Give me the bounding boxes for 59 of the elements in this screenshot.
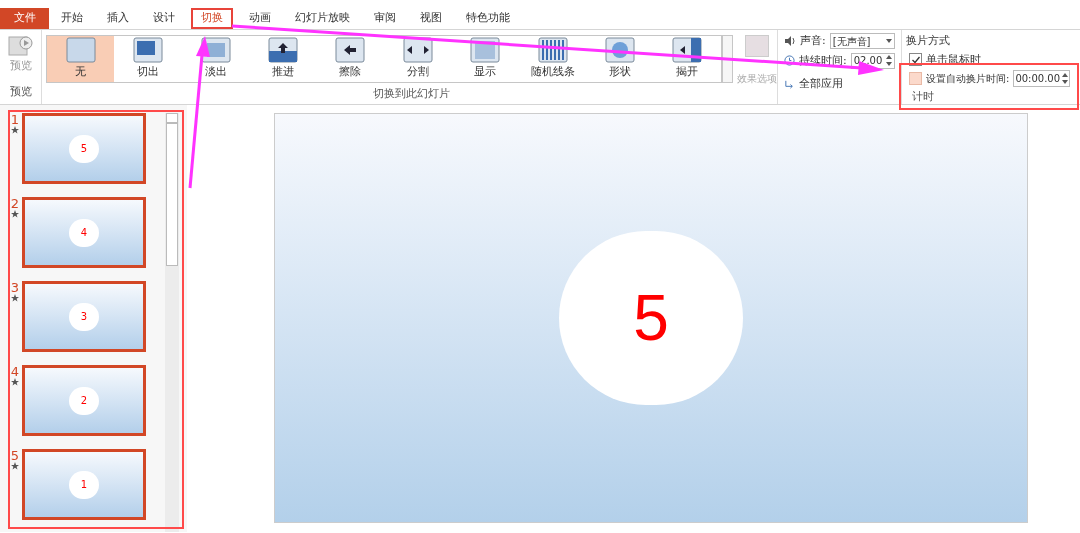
transition-option[interactable]: 切出 [114,36,182,82]
ribbon-tab[interactable]: 视图 [408,8,454,29]
transition-icon [65,37,96,64]
group-label: 预览 [9,83,32,100]
transition-icon [267,37,298,64]
ribbon-tab[interactable]: 插入 [95,8,141,29]
file-tab[interactable]: 文件 [0,8,49,29]
spinner-arrows-icon [1062,73,1069,84]
ribbon-tab[interactable]: 特色功能 [454,8,522,29]
slide-thumbnail[interactable]: 1 [22,449,146,520]
transition-option[interactable]: 推进 [249,36,317,82]
transition-option[interactable]: 揭开 [653,36,722,82]
transition-icon [335,37,366,64]
transition-option[interactable]: 显示 [451,36,519,82]
slide-thumbnail[interactable]: 5 [22,113,146,184]
apply-icon [784,78,795,90]
transition-option[interactable]: 擦除 [316,36,385,82]
transition-option[interactable]: 无 [47,36,115,82]
advance-heading: 换片方式 [906,33,951,49]
ribbon-tab[interactable]: 审阅 [362,8,408,29]
sound-dropdown[interactable]: [无声音] [829,33,895,50]
slide-number: 1 [10,113,20,126]
slide-number: 5 [10,449,20,462]
star-icon [11,294,19,302]
transition-option[interactable]: 随机线条 [518,36,587,82]
star-icon [11,126,19,134]
speaker-icon [784,35,796,48]
slide-thumbnail[interactable]: 4 [22,197,146,268]
slide-thumbnail[interactable]: 3 [22,281,146,352]
slide-number: 2 [10,197,20,210]
sound-label: 声音: [800,33,826,49]
ribbon-tab[interactable]: 幻灯片放映 [283,8,362,29]
star-icon [11,462,19,470]
scrollbar[interactable] [165,113,179,532]
checkbox[interactable] [909,72,922,85]
star-icon [11,210,19,218]
ribbon-tab[interactable]: 开始 [49,8,95,29]
transition-icon [402,37,433,64]
ribbon-tab[interactable]: 动画 [237,8,283,29]
slide-number: 3 [10,281,20,294]
slide-number-text: 5 [559,231,743,405]
transition-option[interactable]: 形状 [586,36,654,82]
spinner-arrows-icon [886,55,892,67]
apply-all-button[interactable]: 全部应用 [784,76,895,93]
gallery-scrollbar[interactable] [722,35,733,83]
checkbox-label: 设置自动换片时间: [926,72,1010,86]
dropdown-caret-icon [886,39,892,44]
ribbon-tab[interactable]: 切换 [191,8,233,29]
ribbon-tab[interactable]: 设计 [141,8,187,29]
auto-time-spinner[interactable]: 00:00.00 [1013,70,1071,87]
group-label: 计时 [911,89,935,105]
slide-number: 4 [10,365,20,378]
transition-icon [133,37,164,64]
star-icon [11,378,19,386]
group-label: 切换到此幻灯片 [373,86,450,102]
clock-icon [784,55,795,67]
transition-option[interactable]: 分割 [384,36,452,82]
slide-thumbnail[interactable]: 2 [22,365,146,436]
preview-icon [7,34,34,58]
